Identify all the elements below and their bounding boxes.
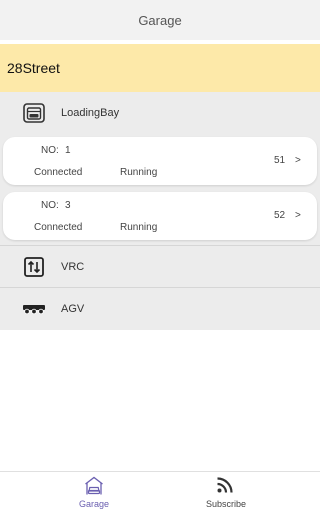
tab-subscribe[interactable]: Subscribe <box>160 472 320 512</box>
bay-count: 51 <box>274 155 286 166</box>
section-vrc[interactable]: VRC <box>0 245 320 287</box>
section-agv[interactable]: AGV <box>0 287 320 329</box>
section-loading-bay[interactable]: LoadingBay <box>0 92 320 134</box>
agv-vehicle-icon <box>22 298 46 320</box>
bay-no-value: 3 <box>65 200 71 211</box>
bottom-tab-bar: Garage Subscribe <box>0 471 320 512</box>
tab-label-subscribe: Subscribe <box>205 499 247 509</box>
chevron-right-icon: > <box>295 210 301 221</box>
bay-run-status: Running <box>120 222 158 233</box>
garage-icon <box>22 102 46 124</box>
car-garage-icon <box>84 476 104 496</box>
bay-card[interactable]: NO: 1 Connected Running 51 > <box>3 137 317 185</box>
section-label-agv: AGV <box>61 302 85 315</box>
bay-no-label: NO: <box>41 200 59 211</box>
section-label-loading-bay: LoadingBay <box>61 107 120 119</box>
bay-no-value: 1 <box>65 145 71 156</box>
page-title: Garage <box>138 12 182 28</box>
tab-garage[interactable]: Garage <box>0 472 160 512</box>
bay-run-status: Running <box>120 167 158 178</box>
chevron-right-icon: > <box>295 155 301 166</box>
garage-list: LoadingBay NO: 1 Connected Running 51 > … <box>0 92 320 330</box>
bay-no-label: NO: <box>41 145 59 156</box>
bay-card[interactable]: NO: 3 Connected Running 52 > <box>3 192 317 240</box>
bay-connection-status: Connected <box>34 167 83 178</box>
rss-feed-icon <box>216 476 236 496</box>
elevator-arrows-icon <box>22 256 46 278</box>
app-header: Garage <box>0 0 320 40</box>
site-name: 28Street <box>7 60 60 76</box>
site-selector[interactable]: 28Street <box>0 44 320 92</box>
bay-count: 52 <box>274 210 286 221</box>
section-label-vrc: VRC <box>61 260 85 273</box>
bay-connection-status: Connected <box>34 222 83 233</box>
